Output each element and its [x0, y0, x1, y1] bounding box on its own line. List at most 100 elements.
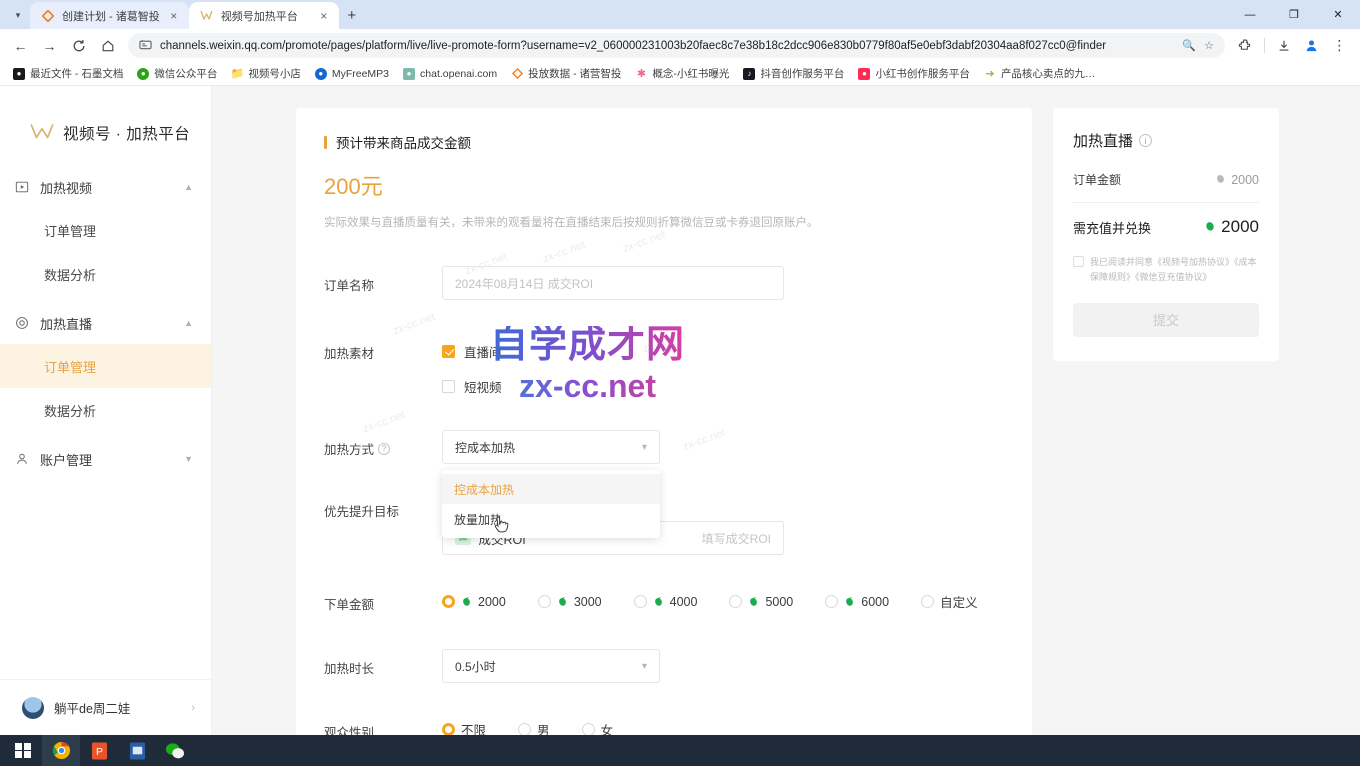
dropdown-option-cost-control[interactable]: 控成本加热 [442, 474, 660, 504]
tab-title: 创建计划 - 诸葛智投 [62, 8, 160, 24]
browser-tab-2[interactable]: 视频号加热平台 × [189, 2, 339, 29]
bluefile-taskbar-icon[interactable] [118, 735, 156, 766]
sidebar-item-video-orders[interactable]: 订单管理 [0, 208, 211, 252]
radio-selected-icon[interactable] [442, 595, 455, 608]
bookmark-item[interactable]: ●chat.openai.com [396, 64, 504, 84]
downloads-icon[interactable] [1270, 32, 1297, 59]
wechat-taskbar-icon[interactable] [156, 735, 194, 766]
bookmark-item[interactable]: ♪抖音创作服务平台 [736, 64, 851, 84]
radio-unselected-icon[interactable] [538, 595, 551, 608]
summary-recharge-value: 2000 [1221, 217, 1259, 237]
label-order-amount: 下单金额 [324, 585, 442, 613]
home-icon[interactable] [94, 32, 121, 59]
chevron-right-icon[interactable]: › [191, 702, 195, 714]
bookmark-item[interactable]: ●微信公众平台 [130, 64, 224, 84]
order-amount-radio-group: 2000 3000 4000 [442, 585, 996, 611]
info-icon[interactable]: i [1139, 134, 1152, 147]
checkbox-live-room[interactable]: 直播间 [442, 341, 996, 361]
radio-unselected-icon[interactable] [518, 723, 531, 735]
bookmark-item[interactable]: 投放数据 - 诸营智投 [504, 64, 628, 84]
sidebar-item-live-analytics[interactable]: 数据分析 [0, 388, 211, 432]
sidebar-user[interactable]: 躺平de周二娃 › [0, 679, 211, 735]
forward-icon[interactable]: → [36, 32, 63, 59]
site-settings-icon[interactable] [139, 38, 152, 53]
extensions-icon[interactable] [1232, 32, 1259, 59]
checkbox-short-video[interactable]: 短视频 [442, 376, 996, 396]
sidebar-item-heat-live[interactable]: 加热直播 ▲ [0, 302, 211, 344]
bookmark-item[interactable]: ●小红书创作服务平台 [851, 64, 977, 84]
row-heat-method: 加热方式 ? 控成本加热 ▾ 控成本加热 放 [324, 430, 996, 464]
bookmark-item[interactable]: ●最近文件 - 石墨文档 [6, 64, 130, 84]
sidebar-item-video-analytics[interactable]: 数据分析 [0, 252, 211, 296]
radio-unselected-icon[interactable] [634, 595, 647, 608]
sidebar-item-live-orders[interactable]: 订单管理 [0, 344, 211, 388]
radio-amount-2000[interactable]: 2000 [442, 595, 506, 609]
heat-method-dropdown[interactable]: 控成本加热 放量加热 [442, 470, 660, 538]
gender-control: 不限 男 女 [442, 713, 996, 735]
radio-label: 3000 [574, 595, 602, 609]
menu-icon[interactable]: ⋮ [1326, 32, 1353, 59]
chevron-down-icon[interactable]: ▼ [184, 454, 193, 464]
minimize-button[interactable]: — [1228, 0, 1272, 29]
radio-gender-any[interactable]: 不限 [442, 720, 486, 735]
heat-method-select[interactable]: 控成本加热 ▾ [442, 430, 660, 464]
radio-unselected-icon[interactable] [729, 595, 742, 608]
zoom-icon[interactable]: 🔍 [1182, 39, 1196, 52]
submit-button[interactable]: 提交 [1073, 303, 1259, 337]
radio-amount-5000[interactable]: 5000 [729, 595, 793, 609]
checkbox-label: 直播间 [464, 342, 502, 361]
dropdown-option-volume[interactable]: 放量加热 [442, 504, 660, 534]
label-duration: 加热时长 [324, 649, 442, 677]
agreement-link-heat[interactable]: 《视频号加热协议》 [1153, 257, 1234, 267]
radio-unselected-icon[interactable] [825, 595, 838, 608]
radio-amount-3000[interactable]: 3000 [538, 595, 602, 609]
chevron-down-icon[interactable]: ▾ [642, 442, 647, 453]
amount-hint: 实际效果与直播质量有关，未带来的观看量将在直播结束后按规则折算微信豆或卡券退回原… [324, 215, 996, 232]
checkbox-checked-icon[interactable] [442, 345, 455, 358]
radio-amount-6000[interactable]: 6000 [825, 595, 889, 609]
close-icon[interactable]: × [317, 9, 331, 23]
duration-select[interactable]: 0.5小时 ▾ [442, 649, 660, 683]
window-close-button[interactable]: ✕ [1316, 0, 1360, 29]
bookmark-item[interactable]: ➜产品核心卖点的九… [977, 64, 1103, 84]
start-button[interactable] [4, 735, 42, 766]
reload-icon[interactable] [65, 32, 92, 59]
sidebar-item-heat-video[interactable]: 加热视频 ▲ [0, 166, 211, 208]
bookmark-favicon: ♪ [743, 68, 755, 80]
checkbox-unchecked-icon[interactable] [442, 380, 455, 393]
radio-label: 4000 [670, 595, 698, 609]
chevron-down-icon[interactable]: ▾ [642, 661, 647, 672]
radio-amount-4000[interactable]: 4000 [634, 595, 698, 609]
agreement-link-bean[interactable]: 《微信豆充值协议》 [1135, 272, 1212, 282]
main-area: zx-cc.net zx-cc.net zx-cc.net zx-cc.net … [212, 86, 1360, 735]
radio-selected-icon[interactable] [442, 723, 455, 735]
order-name-input[interactable]: 2024年08月14日 成交ROI [442, 266, 784, 300]
chevron-up-icon[interactable]: ▲ [184, 182, 193, 192]
chevron-up-icon[interactable]: ▲ [184, 318, 193, 328]
bookmark-item[interactable]: ✱概念-小红书曝光 [628, 64, 736, 84]
radio-amount-custom[interactable]: 自定义 [921, 592, 978, 611]
sidebar-item-account[interactable]: 账户管理 ▼ [0, 438, 211, 480]
new-tab-button[interactable]: + [339, 2, 365, 28]
maximize-button[interactable]: ❐ [1272, 0, 1316, 29]
help-icon[interactable]: ? [378, 443, 390, 455]
powerpoint-taskbar-icon[interactable]: P [80, 735, 118, 766]
profile-icon[interactable] [1298, 32, 1325, 59]
agreement-checkbox[interactable] [1073, 256, 1084, 267]
wechat-bean-icon [1204, 217, 1216, 237]
agreement-row[interactable]: 我已阅读并同意《视频号加热协议》《成本保障规则》《微信豆充值协议》 [1073, 255, 1259, 285]
close-icon[interactable]: × [167, 9, 181, 23]
address-bar[interactable]: channels.weixin.qq.com/promote/pages/pla… [128, 33, 1225, 58]
tab-search-icon[interactable]: ▾ [6, 3, 30, 27]
radio-gender-male[interactable]: 男 [518, 720, 550, 735]
bookmark-star-icon[interactable]: ☆ [1204, 39, 1214, 52]
browser-tab-1[interactable]: 创建计划 - 诸葛智投 × [30, 2, 189, 29]
radio-gender-female[interactable]: 女 [582, 720, 614, 735]
radio-unselected-icon[interactable] [582, 723, 595, 735]
radio-unselected-icon[interactable] [921, 595, 934, 608]
bookmark-item[interactable]: 📁视频号小店 [224, 64, 308, 84]
bookmark-item[interactable]: ●MyFreeMP3 [308, 64, 396, 84]
chrome-taskbar-icon[interactable] [42, 735, 80, 766]
back-icon[interactable]: ← [7, 32, 34, 59]
nav-group-heat-live: 加热直播 ▲ 订单管理 数据分析 [0, 302, 211, 432]
